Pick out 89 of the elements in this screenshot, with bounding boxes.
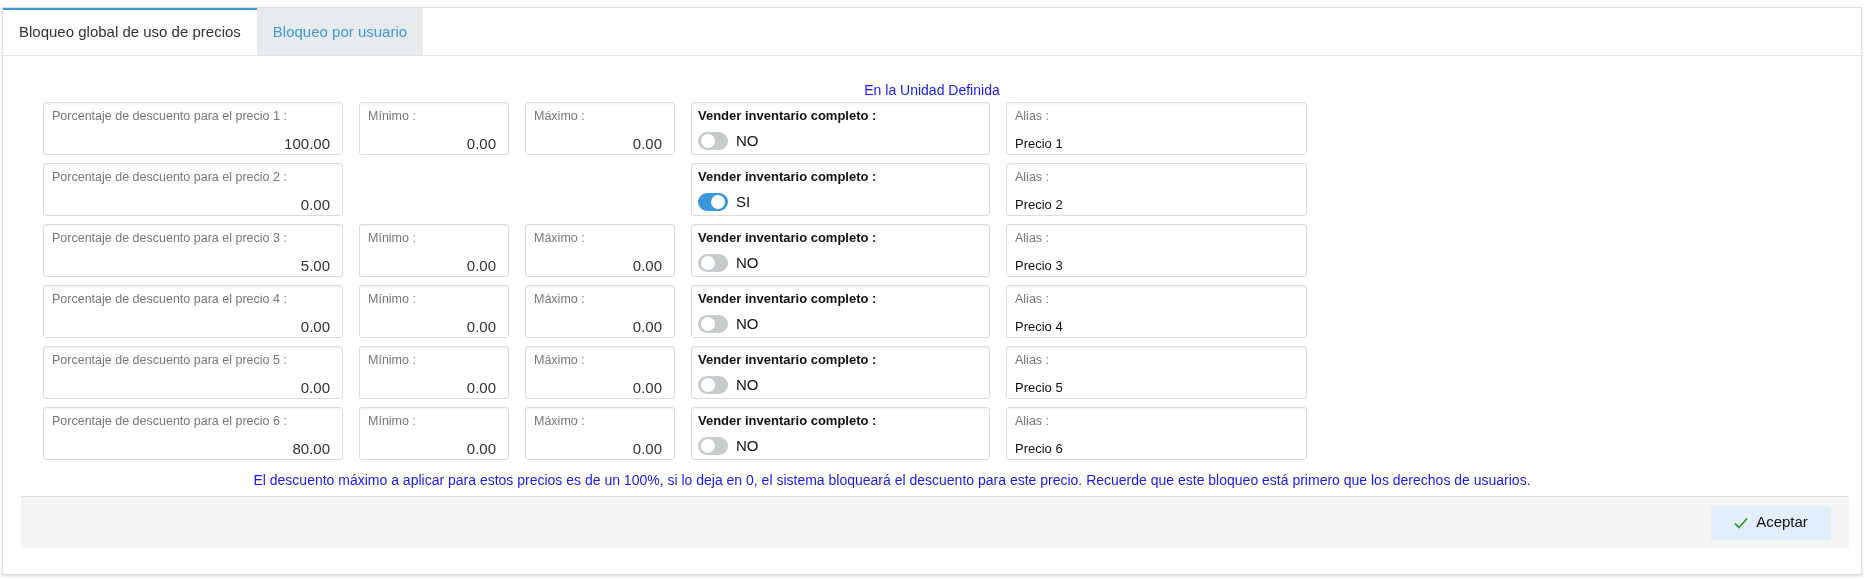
toggle-state-text: SI [736,191,751,212]
minimum-field[interactable]: Mínimo : 0.00 [359,346,509,399]
maximum-field[interactable]: Máximo : 0.00 [525,346,675,399]
toggle-label: Vender inventario completo : [698,351,878,369]
field-value: Precio 4 [1015,317,1063,336]
field-value: 0.00 [632,255,663,276]
toggle-state-text: NO [736,313,759,334]
field-label: Alias : [1015,291,1051,308]
field-label: Máximo : [534,230,586,247]
toggle-switch[interactable] [698,436,728,455]
maximum-field[interactable]: Máximo : 0.00 [525,102,675,155]
minimum-field[interactable]: Mínimo : 0.00 [359,407,509,460]
field-label: Alias : [1015,108,1051,125]
field-value: 0.00 [466,133,497,154]
discount-field[interactable]: Porcentaje de descuento para el precio 4 : 0.00 [43,285,343,338]
toggle-label: Vender inventario completo : [698,168,878,186]
minimum-field[interactable]: Mínimo : 0.00 [359,285,509,338]
alias-field[interactable]: Alias : Precio 1 [1006,102,1307,155]
field-value: Precio 6 [1015,439,1063,458]
field-value: 0.00 [466,316,497,337]
field-value: 0.00 [300,194,331,215]
field-label: Porcentaje de descuento para el precio 2 : [52,169,288,186]
field-label: Alias : [1015,413,1051,430]
field-value: 0.00 [632,316,663,337]
toggle-label: Vender inventario completo : [698,107,878,125]
discount-field[interactable]: Porcentaje de descuento para el precio 5 : 0.00 [43,346,343,399]
field-label: Porcentaje de descuento para el precio 4 : [52,291,288,308]
field-label: Máximo : [534,413,586,430]
maximum-field[interactable]: Máximo : 0.00 [525,407,675,460]
field-value: Precio 2 [1015,195,1063,214]
alias-field[interactable]: Alias : Precio 3 [1006,224,1307,277]
note-text: El descuento máximo a aplicar para estos precios es de un 100%, si lo deja en 0, el sistema bloqueará el descuento para este precio. Recuerde que este bloqueo está primero que los derechos de usuarios. [253,472,1531,488]
field-value: 80.00 [292,438,331,459]
field-label: Máximo : [534,352,586,369]
tab[interactable]: Bloqueo global de uso de precios [3,8,257,55]
toggle-state-text: NO [736,130,759,151]
toggle-label: Vender inventario completo : [698,412,878,430]
discount-field[interactable]: Porcentaje de descuento para el precio 1 : 100.00 [43,102,343,155]
field-value: 5.00 [300,255,331,276]
field-value: 0.00 [632,133,663,154]
discount-field[interactable]: Porcentaje de descuento para el precio 3 : 5.00 [43,224,343,277]
field-label: Mínimo : [368,230,417,247]
field-label: Porcentaje de descuento para el precio 5 : [52,352,288,369]
discount-field[interactable]: Porcentaje de descuento para el precio 6 : 80.00 [43,407,343,460]
field-label: Máximo : [534,108,586,125]
field-label: Porcentaje de descuento para el precio 6 : [52,413,288,430]
toggle-state-text: NO [736,252,759,273]
field-value: 0.00 [466,438,497,459]
field-label: Alias : [1015,352,1051,369]
field-value: Precio 3 [1015,256,1063,275]
field-label: Mínimo : [368,291,417,308]
maximum-field[interactable]: Máximo : 0.00 [525,224,675,277]
field-value: 0.00 [632,377,663,398]
toggle-label: Vender inventario completo : [698,229,878,247]
toggle-state-text: NO [736,435,759,456]
alias-field[interactable]: Alias : Precio 6 [1006,407,1307,460]
field-label: Mínimo : [368,108,417,125]
field-value: 100.00 [284,133,331,154]
field-value: Precio 5 [1015,378,1063,397]
minimum-field[interactable]: Mínimo : 0.00 [359,224,509,277]
field-label: Alias : [1015,230,1051,247]
field-label: Mínimo : [368,413,417,430]
toggle-switch[interactable] [698,131,728,150]
field-label: Mínimo : [368,352,417,369]
field-value: 0.00 [466,377,497,398]
toggle-state-text: NO [736,374,759,395]
check-icon [1734,516,1749,529]
alias-field[interactable]: Alias : Precio 2 [1006,163,1307,216]
field-label: Máximo : [534,291,586,308]
field-value: 0.00 [466,255,497,276]
discount-field[interactable]: Porcentaje de descuento para el precio 2 : 0.00 [43,163,343,216]
field-value: 0.00 [300,377,331,398]
alias-field[interactable]: Alias : Precio 4 [1006,285,1307,338]
alias-field[interactable]: Alias : Precio 5 [1006,346,1307,399]
section-title: En la Unidad Definida [864,81,1000,100]
field-label: Porcentaje de descuento para el precio 3 : [52,230,288,247]
minimum-field[interactable]: Mínimo : 0.00 [359,102,509,155]
field-label: Porcentaje de descuento para el precio 1 : [52,108,288,125]
field-value: 0.00 [632,438,663,459]
maximum-field[interactable]: Máximo : 0.00 [525,285,675,338]
field-label: Alias : [1015,169,1051,186]
accept-button[interactable]: Aceptar [1711,505,1831,540]
field-value: 0.00 [300,316,331,337]
toggle-switch[interactable] [698,375,728,394]
toggle-label: Vender inventario completo : [698,290,878,308]
toggle-switch[interactable] [698,192,728,211]
toggle-switch[interactable] [698,253,728,272]
field-value: Precio 1 [1015,134,1063,153]
toggle-switch[interactable] [698,314,728,333]
